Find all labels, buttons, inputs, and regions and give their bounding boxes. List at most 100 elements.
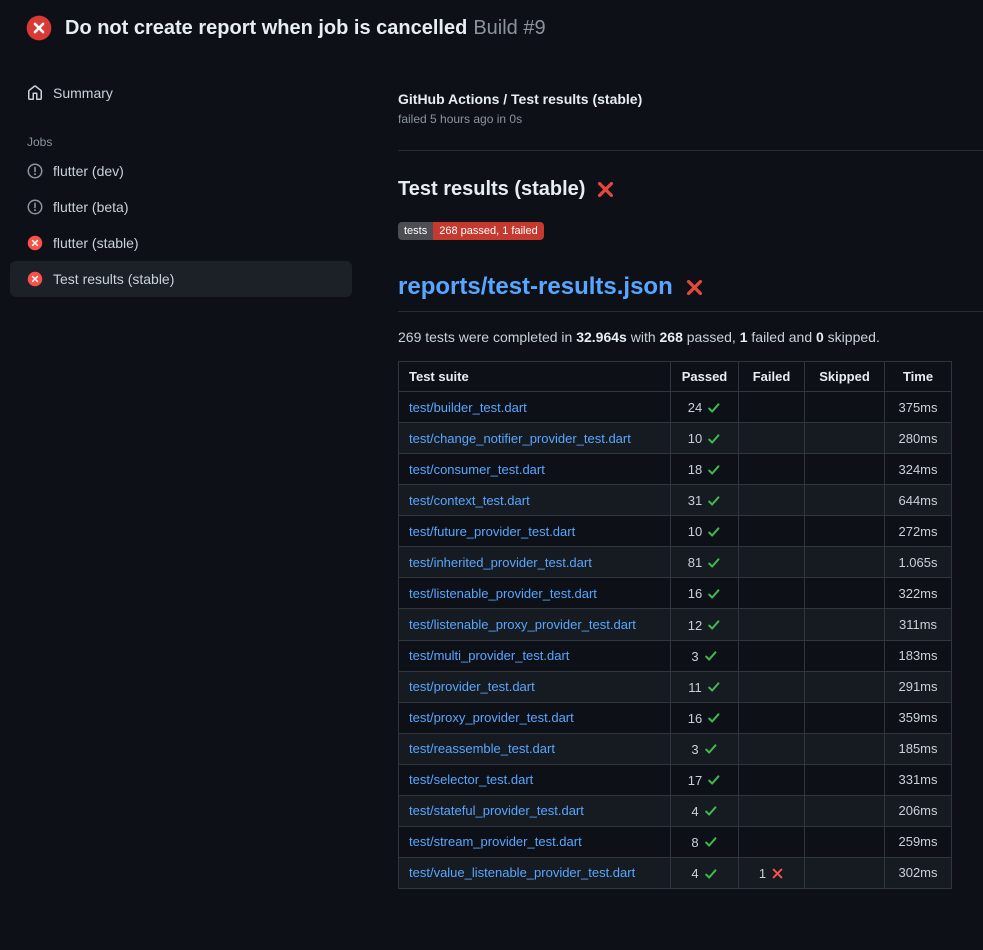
check-icon xyxy=(707,618,721,632)
home-icon xyxy=(27,85,43,101)
tests-badge: tests 268 passed, 1 failed xyxy=(398,222,544,240)
x-circle-icon xyxy=(27,271,43,287)
time-cell: 302ms xyxy=(885,857,952,888)
run-status-line: failed 5 hours ago in 0s xyxy=(398,112,983,126)
col-header-passed: Passed xyxy=(671,362,739,392)
summary-failed: 1 xyxy=(740,329,748,345)
page-title: Do not create report when job is cancell… xyxy=(65,17,546,40)
test-suite-link[interactable]: test/proxy_provider_test.dart xyxy=(409,710,574,725)
build-number: Build #9 xyxy=(473,17,545,39)
passed-count: 10 xyxy=(688,524,702,539)
time-cell: 1.065s xyxy=(885,547,952,578)
sidebar-item-flutter-beta[interactable]: flutter (beta) xyxy=(10,189,352,225)
table-row: test/listenable_provider_test.dart 16 32… xyxy=(399,578,952,609)
test-suite-link[interactable]: test/value_listenable_provider_test.dart xyxy=(409,865,635,880)
skipped-count xyxy=(805,795,885,826)
test-suite-link[interactable]: test/multi_provider_test.dart xyxy=(409,648,569,663)
x-circle-icon xyxy=(27,235,43,251)
failed-status-icon xyxy=(26,15,52,41)
time-cell: 311ms xyxy=(885,609,952,640)
summary-text: with xyxy=(627,329,660,345)
test-suite-link[interactable]: test/consumer_test.dart xyxy=(409,462,545,477)
time-cell: 291ms xyxy=(885,671,952,702)
test-suite-link[interactable]: test/selector_test.dart xyxy=(409,772,533,787)
test-suite-link[interactable]: test/stateful_provider_test.dart xyxy=(409,803,584,818)
test-suite-link[interactable]: test/listenable_provider_test.dart xyxy=(409,586,597,601)
time-cell: 322ms xyxy=(885,578,952,609)
passed-count: 81 xyxy=(688,555,702,570)
skipped-count xyxy=(805,547,885,578)
time-cell: 183ms xyxy=(885,640,952,671)
summary-skipped: 0 xyxy=(816,329,824,345)
test-suite-link[interactable]: test/provider_test.dart xyxy=(409,679,535,694)
sidebar-item-test-results-stable[interactable]: Test results (stable) xyxy=(10,261,352,297)
layout: Summary Jobs flutter (dev) flutter (beta… xyxy=(0,55,983,889)
exclamation-circle-icon xyxy=(27,199,43,215)
cross-icon xyxy=(771,867,784,880)
col-header-skipped: Skipped xyxy=(805,362,885,392)
check-icon xyxy=(707,587,721,601)
results-table-body: test/builder_test.dart 24 375ms test/cha… xyxy=(399,392,952,889)
time-cell: 644ms xyxy=(885,485,952,516)
check-icon xyxy=(707,401,721,415)
time-cell: 259ms xyxy=(885,826,952,857)
passed-count: 17 xyxy=(688,773,702,788)
time-cell: 375ms xyxy=(885,392,952,423)
test-suite-link[interactable]: test/builder_test.dart xyxy=(409,400,527,415)
sidebar-item-flutter-dev[interactable]: flutter (dev) xyxy=(10,153,352,189)
time-cell: 324ms xyxy=(885,454,952,485)
test-suite-link[interactable]: test/change_notifier_provider_test.dart xyxy=(409,431,631,446)
skipped-count xyxy=(805,826,885,857)
section-title-row: Test results (stable) xyxy=(398,178,983,201)
test-suite-link[interactable]: test/future_provider_test.dart xyxy=(409,524,575,539)
col-header-test-suite: Test suite xyxy=(399,362,671,392)
passed-count: 4 xyxy=(691,804,698,819)
table-row: test/provider_test.dart 11 291ms xyxy=(399,671,952,702)
cross-mark-icon xyxy=(596,180,615,199)
summary-text: passed, xyxy=(683,329,740,345)
report-link[interactable]: reports/test-results.json xyxy=(398,273,673,301)
skipped-count xyxy=(805,516,885,547)
cross-mark-icon xyxy=(685,278,704,297)
test-suite-link[interactable]: test/listenable_proxy_provider_test.dart xyxy=(409,617,636,632)
page-header: Do not create report when job is cancell… xyxy=(0,0,983,55)
passed-count: 11 xyxy=(688,680,702,695)
check-icon xyxy=(704,804,718,818)
test-suite-link[interactable]: test/reassemble_test.dart xyxy=(409,741,555,756)
badge-value: 268 passed, 1 failed xyxy=(433,222,543,240)
skipped-count xyxy=(805,702,885,733)
table-row: test/stream_provider_test.dart 8 259ms xyxy=(399,826,952,857)
table-row: test/selector_test.dart 17 331ms xyxy=(399,764,952,795)
sidebar-item-label: flutter (beta) xyxy=(53,199,128,215)
table-row: test/multi_provider_test.dart 3 183ms xyxy=(399,640,952,671)
table-row: test/context_test.dart 31 644ms xyxy=(399,485,952,516)
check-icon xyxy=(707,773,721,787)
divider xyxy=(398,150,983,151)
summary-text: skipped. xyxy=(824,329,880,345)
skipped-count xyxy=(805,671,885,702)
test-suite-link[interactable]: test/context_test.dart xyxy=(409,493,530,508)
sidebar-item-flutter-stable[interactable]: flutter (stable) xyxy=(10,225,352,261)
table-row: test/proxy_provider_test.dart 16 359ms xyxy=(399,702,952,733)
sidebar-item-summary[interactable]: Summary xyxy=(10,75,352,111)
check-icon xyxy=(704,867,718,881)
table-row: test/value_listenable_provider_test.dart… xyxy=(399,857,952,888)
passed-count: 3 xyxy=(691,649,698,664)
passed-count: 16 xyxy=(688,586,702,601)
test-suite-link[interactable]: test/inherited_provider_test.dart xyxy=(409,555,592,570)
table-row: test/future_provider_test.dart 10 272ms xyxy=(399,516,952,547)
skipped-count xyxy=(805,640,885,671)
test-suite-link[interactable]: test/stream_provider_test.dart xyxy=(409,834,582,849)
time-cell: 206ms xyxy=(885,795,952,826)
skipped-count xyxy=(805,764,885,795)
sidebar-item-label: flutter (stable) xyxy=(53,235,139,251)
sidebar-item-label: Test results (stable) xyxy=(53,271,174,287)
col-header-failed: Failed xyxy=(739,362,805,392)
sidebar-item-label: Summary xyxy=(53,85,113,101)
skipped-count xyxy=(805,392,885,423)
sidebar: Summary Jobs flutter (dev) flutter (beta… xyxy=(0,55,352,297)
summary-text: failed and xyxy=(748,329,817,345)
table-row: test/inherited_provider_test.dart 81 1.0… xyxy=(399,547,952,578)
passed-count: 10 xyxy=(688,431,702,446)
main-content: GitHub Actions / Test results (stable) f… xyxy=(352,55,983,889)
